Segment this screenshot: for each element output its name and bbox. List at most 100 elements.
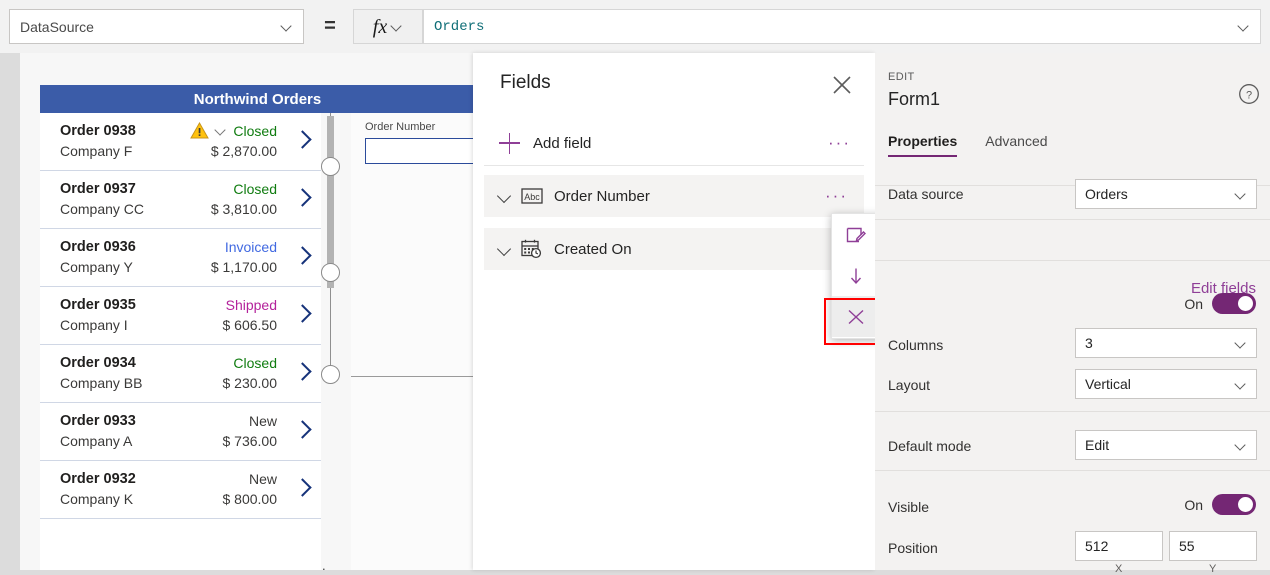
- arrow-down-icon: [846, 267, 872, 285]
- close-icon[interactable]: [829, 72, 855, 98]
- chevron-right-icon[interactable]: [296, 361, 309, 383]
- columns-dropdown[interactable]: 3: [1075, 328, 1257, 358]
- columns-label: Columns: [888, 337, 944, 353]
- gallery-row-order: Order 0934: [60, 355, 136, 371]
- chevron-down-icon: [1236, 440, 1247, 451]
- fx-icon: fx: [372, 15, 388, 38]
- divider: [875, 411, 1270, 412]
- field-row-order-number[interactable]: Abc Order Number ···: [484, 175, 864, 217]
- equals-sign: =: [324, 15, 336, 37]
- data-source-label: Data source: [888, 186, 964, 202]
- position-x-input[interactable]: 512: [1075, 531, 1163, 561]
- gallery-row-company: Company CC: [60, 201, 145, 217]
- visible-toggle[interactable]: On: [1184, 494, 1256, 515]
- help-icon[interactable]: ?: [1238, 83, 1260, 105]
- chevron-right-icon[interactable]: [296, 477, 309, 499]
- position-label: Position: [888, 540, 938, 556]
- chevron-down-icon: [1236, 338, 1247, 349]
- chevron-right-icon[interactable]: [296, 419, 309, 441]
- selection-handle-bottom[interactable]: [321, 365, 340, 384]
- toggle-state-label: On: [1184, 496, 1203, 513]
- gallery-row-status: Invoiced: [224, 239, 277, 255]
- properties-tabs: Properties Advanced: [888, 133, 1048, 157]
- edit-form[interactable]: Order Number: [351, 113, 475, 570]
- toggle-switch[interactable]: [1212, 494, 1256, 515]
- gallery-row-company: Company F: [60, 143, 133, 159]
- gallery-row-status: New: [248, 413, 277, 429]
- chevron-down-icon[interactable]: [496, 239, 516, 259]
- fx-button[interactable]: fx: [353, 9, 423, 44]
- svg-text:Abc: Abc: [524, 192, 540, 202]
- add-field-button[interactable]: Add field ···: [491, 123, 857, 163]
- gallery-row-amount: $ 800.00: [222, 491, 278, 507]
- add-field-label: Add field: [533, 134, 592, 152]
- fields-panel: Fields Add field ···: [473, 53, 875, 570]
- gallery-row[interactable]: Order 0932 Company K New $ 800.00: [40, 461, 321, 519]
- position-y-input[interactable]: 55: [1169, 531, 1257, 561]
- gallery-row[interactable]: Order 0935 Company I Shipped $ 606.50: [40, 287, 321, 345]
- fields-panel-title: Fields: [500, 72, 551, 93]
- chevron-right-icon[interactable]: [296, 129, 309, 151]
- field-name: Created On: [554, 240, 632, 258]
- data-source-value: Orders: [1085, 186, 1128, 202]
- chevron-down-icon: [1236, 379, 1247, 390]
- gallery-row[interactable]: Order 0936 Company Y Invoiced $ 1,170.00: [40, 229, 321, 287]
- field-overflow-icon[interactable]: ···: [825, 187, 864, 204]
- gallery-row-order: Order 0937: [60, 181, 136, 197]
- formula-bar: DataSource = fx Orders: [0, 0, 1270, 53]
- chevron-down-icon[interactable]: [215, 126, 227, 135]
- formula-input[interactable]: Orders: [423, 9, 1261, 44]
- gallery-row[interactable]: Order 0934 Company BB Closed $ 230.00: [40, 345, 321, 403]
- data-source-dropdown[interactable]: Orders: [1075, 179, 1257, 209]
- form-field-input[interactable]: [365, 138, 475, 164]
- chevron-down-icon: [392, 21, 403, 32]
- gallery-row-company: Company Y: [60, 259, 133, 275]
- properties-panel: EDIT Form1 ? Properties Advanced Data so…: [875, 53, 1270, 575]
- plus-icon: [495, 128, 525, 158]
- columns-value: 3: [1085, 335, 1093, 351]
- chevron-right-icon[interactable]: [296, 303, 309, 325]
- warning-icon[interactable]: [190, 122, 209, 139]
- tab-advanced[interactable]: Advanced: [985, 133, 1047, 157]
- toggle-switch[interactable]: [1212, 293, 1256, 314]
- gallery-row-status: Shipped: [225, 297, 277, 313]
- tab-properties[interactable]: Properties: [888, 133, 958, 157]
- chevron-down-icon: [282, 21, 293, 32]
- app-screen: Northwind Orders Order 0938 Company F Clos…: [20, 53, 475, 570]
- selection-handle-top[interactable]: [321, 157, 340, 176]
- orders-gallery[interactable]: Order 0938 Company F Closed $ 2,870.00 Order…: [40, 113, 321, 570]
- canvas-dot-marker: .: [322, 558, 326, 573]
- chevron-down-icon[interactable]: [1239, 21, 1250, 32]
- gallery-row-order: Order 0933: [60, 413, 136, 429]
- properties-title: Form1: [888, 89, 941, 109]
- selection-handle-middle[interactable]: [321, 263, 340, 282]
- field-row-created-on[interactable]: Created On: [484, 228, 864, 270]
- add-field-overflow-icon[interactable]: ···: [828, 134, 857, 151]
- default-mode-dropdown[interactable]: Edit: [1075, 430, 1257, 460]
- toggle-state-label: On: [1184, 295, 1203, 312]
- chevron-down-icon: [1236, 189, 1247, 200]
- field-name: Order Number: [554, 187, 650, 205]
- default-mode-label: Default mode: [888, 438, 972, 454]
- abc-text-icon: Abc: [521, 188, 545, 204]
- gallery-row-amount: $ 736.00: [222, 433, 278, 449]
- close-x-icon: [846, 308, 872, 326]
- gallery-row-order: Order 0935: [60, 297, 136, 313]
- layout-label: Layout: [888, 377, 931, 393]
- gallery-row-company: Company BB: [60, 375, 143, 391]
- gallery-row[interactable]: Order 0938 Company F Closed $ 2,870.00: [40, 113, 321, 171]
- chevron-down-icon[interactable]: [496, 186, 516, 206]
- property-select-dropdown[interactable]: DataSource: [9, 9, 304, 44]
- gallery-row-status: Closed: [233, 181, 277, 197]
- chevron-right-icon[interactable]: [296, 187, 309, 209]
- screen-header-title: Northwind Orders: [40, 85, 475, 113]
- snap-to-columns-toggle[interactable]: On: [1184, 293, 1256, 314]
- layout-dropdown[interactable]: Vertical: [1075, 369, 1257, 399]
- gallery-row[interactable]: Order 0937 Company CC Closed $ 3,810.00: [40, 171, 321, 229]
- divider: [875, 260, 1270, 261]
- gallery-row[interactable]: Order 0933 Company A New $ 736.00: [40, 403, 321, 461]
- position-x-value: 512: [1085, 538, 1109, 554]
- chevron-right-icon[interactable]: [296, 245, 309, 267]
- toggle-knob: [1238, 296, 1253, 311]
- select-control-icon: [846, 226, 872, 244]
